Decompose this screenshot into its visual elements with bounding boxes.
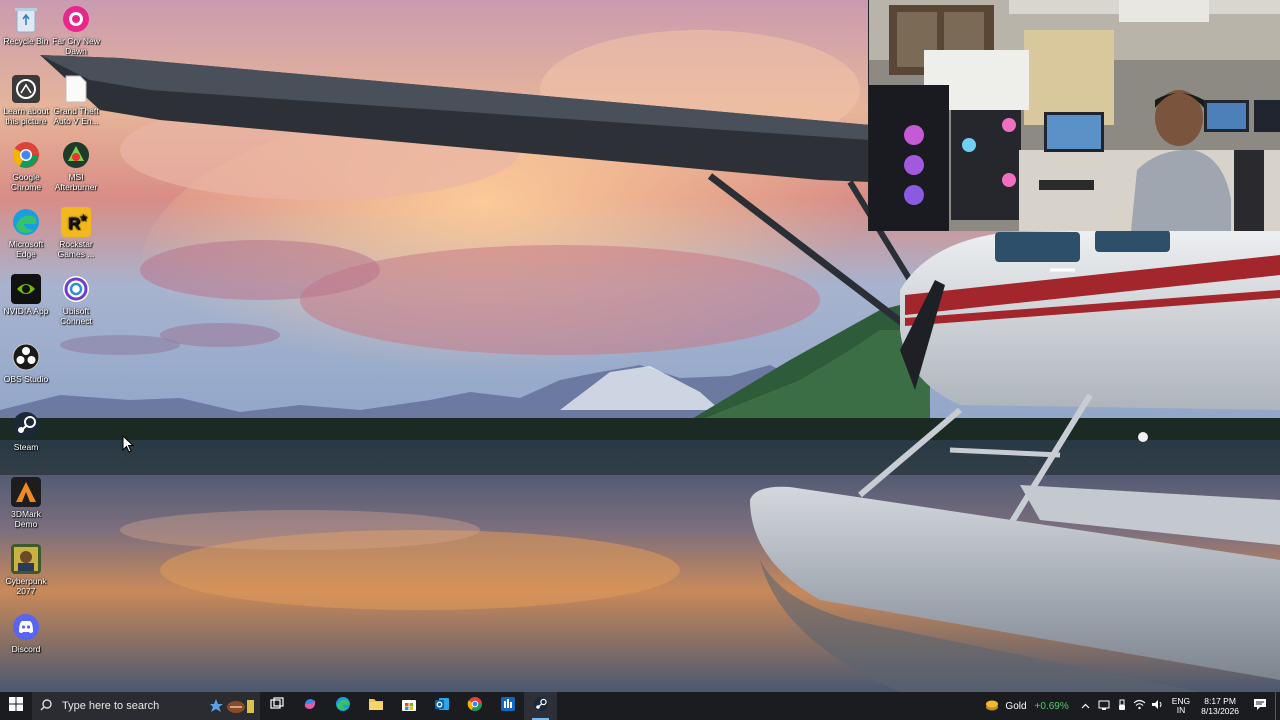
taskbar-edge[interactable] <box>326 692 359 720</box>
show-desktop-button[interactable] <box>1275 692 1280 720</box>
desktop-icon-label: Google Chrome <box>10 172 42 192</box>
desktop-icon-label: Ubisoft Connect <box>60 306 92 326</box>
stock-change: +0.69% <box>1034 700 1069 712</box>
desktop-icon-discord[interactable]: Discord <box>0 612 52 654</box>
device-icon <box>1098 699 1110 714</box>
chevron-up-icon <box>1081 701 1090 712</box>
desktop-icon-label: MSI Afterburner <box>54 172 98 192</box>
desktop-icon-gta[interactable]: Grand Theft Auto V En... <box>50 74 102 126</box>
tray-volume-button[interactable] <box>1150 692 1166 720</box>
msi-icon <box>500 696 516 717</box>
system-tray: Gold +0.69% ENG IN 8:17 PM 8/13/2026 <box>977 692 1280 720</box>
steam-icon <box>533 696 549 717</box>
task-view-icon <box>269 696 284 716</box>
taskbar-file-explorer[interactable] <box>359 692 392 720</box>
usb-icon <box>1116 699 1128 714</box>
desktop-icon-label: NVIDIA App <box>3 306 49 316</box>
stock-widget[interactable]: Gold +0.69% <box>977 698 1076 715</box>
taskbar-steam[interactable] <box>524 692 557 720</box>
desktop-icon-label: Recycle Bin <box>3 36 49 46</box>
desktop-icon-learn-picture[interactable]: Learn about this picture <box>0 74 52 126</box>
edge-icon <box>335 696 351 717</box>
discord-icon <box>11 612 41 642</box>
gold-coin-icon <box>985 698 999 715</box>
language-region: IN <box>1176 705 1186 715</box>
desktop-icon-nvidia[interactable]: NVIDIA App <box>0 274 52 316</box>
speaker-icon <box>1151 699 1164 713</box>
stock-name: Gold <box>1005 700 1027 712</box>
desktop-icon-far-cry[interactable]: Far Cry New Dawn <box>50 4 102 56</box>
search-placeholder: Type here to search <box>62 700 160 712</box>
mouse-cursor-icon <box>122 434 135 453</box>
search-icon <box>40 698 52 714</box>
taskbar-task-view[interactable] <box>260 692 293 720</box>
recycle-bin-icon <box>11 4 41 34</box>
language-indicator[interactable]: ENG IN <box>1167 697 1195 715</box>
desktop-icon-ubisoft[interactable]: Ubisoft Connect <box>50 274 102 326</box>
taskbar-msi-app[interactable] <box>491 692 524 720</box>
copilot-icon <box>302 696 318 717</box>
desktop-icon-3dmark[interactable]: 3DMark Demo <box>0 477 52 529</box>
obs-icon <box>11 342 41 372</box>
clock-time: 8:17 PM <box>1204 696 1236 706</box>
desktop-icon-steam[interactable]: Steam <box>0 410 52 452</box>
taskbar-copilot[interactable] <box>293 692 326 720</box>
tray-device-button[interactable] <box>1096 692 1112 720</box>
svg-text:★: ★ <box>79 213 88 224</box>
desktop-icon-chrome[interactable]: Google Chrome <box>0 140 52 192</box>
start-button[interactable] <box>0 692 32 720</box>
desktop-icon-obs[interactable]: OBS Studio <box>0 342 52 384</box>
taskbar: Type here to search Gold +0.69% ENG IN 8… <box>0 692 1280 720</box>
desktop-icon-msi-afterburner[interactable]: MSI Afterburner <box>50 140 102 192</box>
edge-icon <box>11 207 41 237</box>
wifi-icon <box>1133 699 1146 713</box>
desktop-icon-rockstar[interactable]: R ★ Rockstar Games ... <box>50 207 102 259</box>
show-hidden-icons-button[interactable] <box>1078 692 1094 720</box>
3dmark-icon <box>11 477 41 507</box>
afterburner-icon <box>61 140 91 170</box>
desktop-icon-label: Steam <box>13 442 39 452</box>
file-icon <box>61 74 91 104</box>
outlook-icon <box>434 696 450 717</box>
search-highlight-icon <box>210 695 256 720</box>
desktop-icon-label: Far Cry New Dawn <box>52 36 100 56</box>
desktop-icon-label: OBS Studio <box>3 374 49 384</box>
desktop-icon-label: Discord <box>11 644 41 654</box>
desktop-icon-edge[interactable]: Microsoft Edge <box>0 207 52 259</box>
clock-date: 8/13/2026 <box>1201 706 1239 716</box>
chrome-icon <box>11 140 41 170</box>
taskbar-clock[interactable]: 8:17 PM 8/13/2026 <box>1195 696 1245 716</box>
desktop-icon-recycle-bin[interactable]: Recycle Bin <box>0 4 52 46</box>
desktop-icon-label: Cyberpunk 2077 <box>5 576 47 596</box>
notification-center-button[interactable] <box>1245 692 1275 720</box>
webcam-overlay <box>868 0 1280 231</box>
desktop-icon-label: Learn about this picture <box>3 106 49 126</box>
taskbar-microsoft-store[interactable] <box>392 692 425 720</box>
tray-network-button[interactable] <box>1132 692 1148 720</box>
cyberpunk-icon <box>11 544 41 574</box>
taskbar-search-box[interactable]: Type here to search <box>32 692 260 720</box>
desktop-icon-label: 3DMark Demo <box>11 509 41 529</box>
notification-icon <box>1253 698 1267 714</box>
desktop-icon-label: Microsoft Edge <box>8 239 44 259</box>
store-icon <box>401 696 417 717</box>
steam-icon <box>11 410 41 440</box>
taskbar-outlook[interactable] <box>425 692 458 720</box>
learn-picture-icon <box>11 74 41 104</box>
desktop-icon-cyberpunk[interactable]: Cyberpunk 2077 <box>0 544 52 596</box>
tray-meet-button[interactable] <box>1114 692 1130 720</box>
folder-icon <box>368 697 384 716</box>
desktop-icon-label: Rockstar Games ... <box>57 239 95 259</box>
windows-logo-icon <box>9 696 23 716</box>
nvidia-icon <box>11 274 41 304</box>
taskbar-chrome[interactable] <box>458 692 491 720</box>
ubisoft-icon <box>61 274 91 304</box>
desktop-icon-label: Grand Theft Auto V En... <box>53 106 99 126</box>
far-cry-icon <box>61 4 91 34</box>
chrome-icon <box>467 696 483 717</box>
rockstar-icon: R ★ <box>61 207 91 237</box>
